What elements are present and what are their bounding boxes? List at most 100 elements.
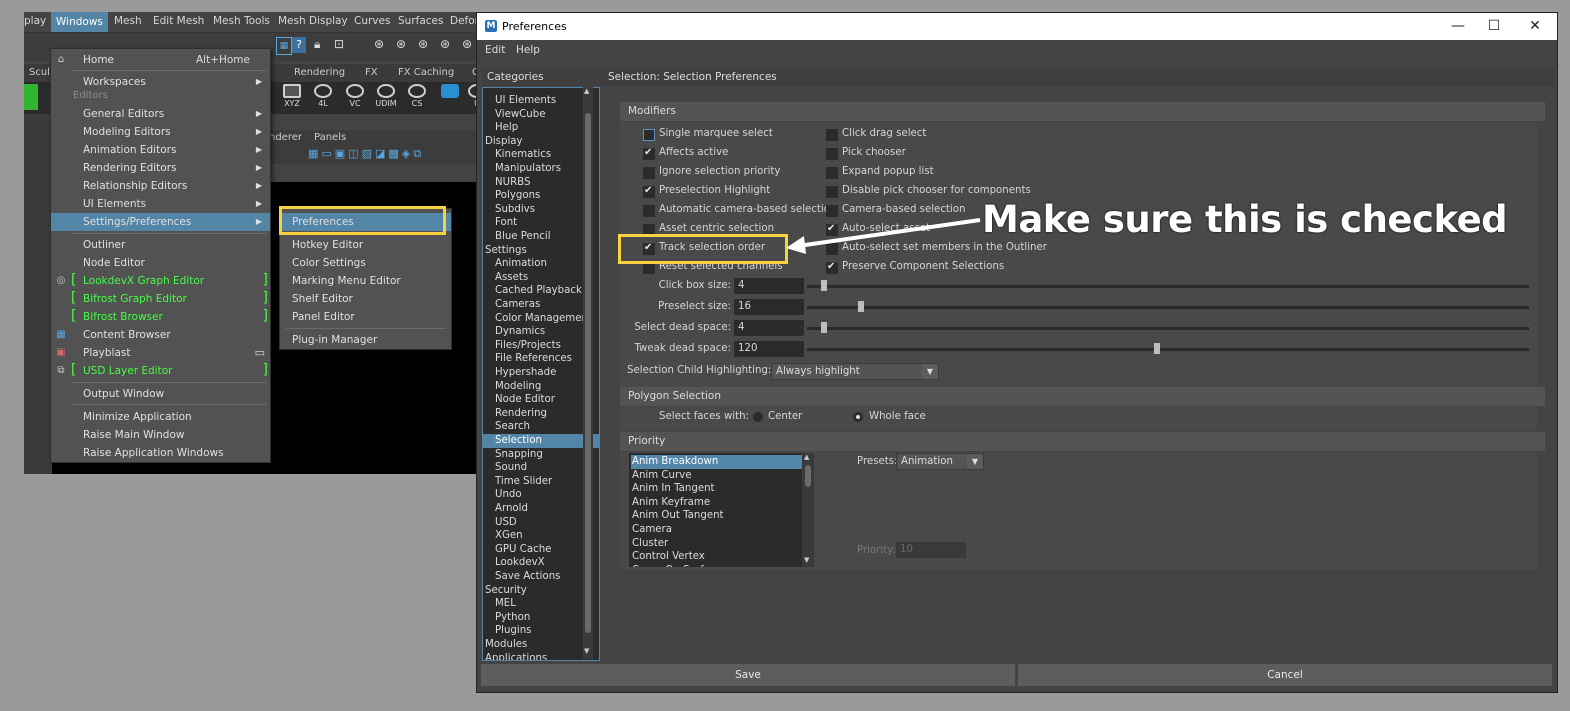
menu-item-usd-layer-editor[interactable]: ⧉[USD Layer Editor] — [51, 362, 270, 380]
menu-item-hotkey-editor[interactable]: Hotkey Editor — [280, 236, 451, 254]
category-item[interactable]: Dynamics — [483, 325, 599, 339]
panel-toolbar-icons[interactable]: ▦▭▣◫▨◪▩◈⧉ — [308, 147, 424, 161]
category-item[interactable]: Animation — [483, 257, 599, 271]
category-item[interactable]: Display — [483, 135, 589, 149]
menu-item-shelf-editor[interactable]: Shelf Editor — [280, 290, 451, 308]
category-item[interactable]: Time Slider — [483, 475, 599, 489]
dialog-menu-help[interactable]: Help — [516, 44, 540, 56]
menu-item-rendering-editors[interactable]: Rendering Editors ▶ — [51, 159, 270, 177]
snap-point-icon[interactable]: ⊛ — [418, 37, 428, 51]
menu-item-minimize-application[interactable]: Minimize Application — [51, 408, 270, 426]
priority-item[interactable]: Camera — [631, 523, 802, 537]
menu-item-workspaces[interactable]: Workspaces ▶ — [51, 73, 270, 91]
menu-deform[interactable]: Defor — [450, 15, 479, 27]
category-item[interactable]: Rendering — [483, 407, 599, 421]
category-item[interactable]: Hypershade — [483, 366, 599, 380]
shelf-cube-icon[interactable] — [437, 84, 463, 112]
polygon-selection-header[interactable]: Polygon Selection — [620, 387, 1545, 406]
category-item[interactable]: Selection — [483, 434, 599, 448]
field-input[interactable]: 4 — [734, 278, 804, 294]
menu-item-home[interactable]: ⌂ Home Alt+Home — [51, 51, 270, 69]
category-item[interactable]: MEL — [483, 597, 599, 611]
category-item[interactable]: Help — [483, 121, 599, 135]
slider-handle[interactable] — [821, 280, 828, 291]
shelf-green-tool-icon[interactable] — [24, 84, 38, 110]
category-item[interactable]: USD — [483, 516, 599, 530]
close-icon[interactable]: ✕ — [1524, 16, 1546, 36]
menu-item-outliner[interactable]: Outliner — [51, 236, 270, 254]
lock-icon[interactable]: 🔒︎ — [314, 37, 320, 52]
field-input[interactable]: 120 — [734, 341, 804, 357]
slider-handle[interactable] — [821, 322, 828, 333]
menu-edit-mesh[interactable]: Edit Mesh — [153, 15, 204, 27]
category-item[interactable]: Files/Projects — [483, 339, 599, 353]
menu-item-output-window[interactable]: Output Window — [51, 385, 270, 403]
category-item[interactable]: Settings — [483, 244, 589, 258]
field-slider[interactable] — [807, 285, 1529, 288]
snap-grid-icon[interactable]: ⊛ — [374, 37, 384, 51]
field-slider[interactable] — [807, 327, 1529, 330]
shelf-tab-rendering[interactable]: Rendering — [294, 67, 345, 78]
priority-scrollbar[interactable]: ▲ ▼ — [802, 453, 814, 567]
category-item[interactable]: Applications — [483, 652, 589, 660]
categories-scroll-thumb[interactable] — [585, 113, 591, 633]
priority-item[interactable]: Anim Keyframe — [631, 496, 802, 510]
priority-item[interactable]: Anim Breakdown — [631, 455, 802, 469]
maximize-icon[interactable]: ☐ — [1483, 16, 1505, 36]
category-item[interactable]: Assets — [483, 271, 599, 285]
category-item[interactable]: Node Editor — [483, 393, 599, 407]
checkbox-unchecked-icon[interactable] — [643, 129, 655, 141]
menu-display[interactable]: play — [24, 15, 46, 27]
menu-item-content-browser[interactable]: ▦ Content Browser — [51, 326, 270, 344]
shelf-xyz-icon[interactable]: XYZ — [279, 84, 305, 112]
checkbox-unchecked-icon[interactable] — [826, 148, 838, 160]
menu-item-settings-preferences[interactable]: Settings/Preferences ▶ — [51, 213, 270, 231]
checkbox-checked-icon[interactable] — [643, 184, 655, 198]
shelf-udim-icon[interactable]: UDIM — [373, 84, 399, 112]
panel-menu-panels[interactable]: Panels — [314, 132, 346, 143]
category-item[interactable]: File References — [483, 352, 599, 366]
priority-item[interactable]: Control Vertex — [631, 550, 802, 564]
priority-header[interactable]: Priority — [620, 432, 1545, 451]
menu-item-color-settings[interactable]: Color Settings — [280, 254, 451, 272]
priority-item[interactable]: Cluster — [631, 537, 802, 551]
checkbox-unchecked-icon[interactable] — [826, 129, 838, 141]
checkbox-unchecked-icon[interactable] — [826, 167, 838, 179]
category-item[interactable]: Snapping — [483, 448, 599, 462]
snap-view-icon[interactable]: ⊛ — [440, 37, 450, 51]
modifiers-header[interactable]: Modifiers — [620, 102, 1545, 121]
menu-mesh-display[interactable]: Mesh Display — [278, 15, 348, 27]
category-item[interactable]: Undo — [483, 488, 599, 502]
snap-curve-icon[interactable]: ⊛ — [396, 37, 406, 51]
category-item[interactable]: ViewCube — [483, 108, 599, 122]
panel-menu-renderer[interactable]: nderer — [269, 132, 302, 143]
menu-windows[interactable]: Windows — [51, 12, 108, 32]
menu-item-animation-editors[interactable]: Animation Editors ▶ — [51, 141, 270, 159]
category-item[interactable]: Font — [483, 216, 599, 230]
checkbox-unchecked-icon[interactable] — [643, 205, 655, 217]
face-whole-radio[interactable] — [853, 412, 863, 422]
priority-list[interactable]: Anim Breakdown Anim Curve Anim In Tangent A… — [629, 453, 814, 567]
menu-item-lookdevx-graph-editor[interactable]: ◎[LookdevX Graph Editor] — [51, 272, 270, 290]
priority-field[interactable]: 10 — [896, 542, 966, 558]
category-item[interactable]: UI Elements — [483, 94, 599, 108]
menu-item-node-editor[interactable]: Node Editor — [51, 254, 270, 272]
category-item[interactable]: Color Management — [483, 312, 599, 326]
category-item[interactable]: Kinematics — [483, 148, 599, 162]
category-item[interactable]: Search — [483, 420, 599, 434]
category-item[interactable]: GPU Cache — [483, 543, 599, 557]
menu-surfaces[interactable]: Surfaces — [398, 15, 443, 27]
menu-mesh-tools[interactable]: Mesh Tools — [213, 15, 270, 27]
category-item[interactable]: Polygons — [483, 189, 599, 203]
category-item[interactable]: Sound — [483, 461, 599, 475]
category-item[interactable]: Save Actions — [483, 570, 599, 584]
priority-item[interactable]: Anim In Tangent — [631, 482, 802, 496]
menu-item-bifrost-graph-editor[interactable]: [Bifrost Graph Editor] — [51, 290, 270, 308]
child-highlight-dropdown[interactable]: Always highlight ▼ — [771, 363, 939, 380]
shelf-vc-icon[interactable]: VC — [342, 84, 368, 112]
cancel-button[interactable]: Cancel — [1018, 664, 1552, 686]
priority-item[interactable]: Curve On Surface — [631, 564, 802, 567]
shelf-tab-fx-caching[interactable]: FX Caching — [398, 67, 454, 78]
field-slider[interactable] — [807, 306, 1529, 309]
checkbox-unchecked-icon[interactable] — [643, 167, 655, 179]
